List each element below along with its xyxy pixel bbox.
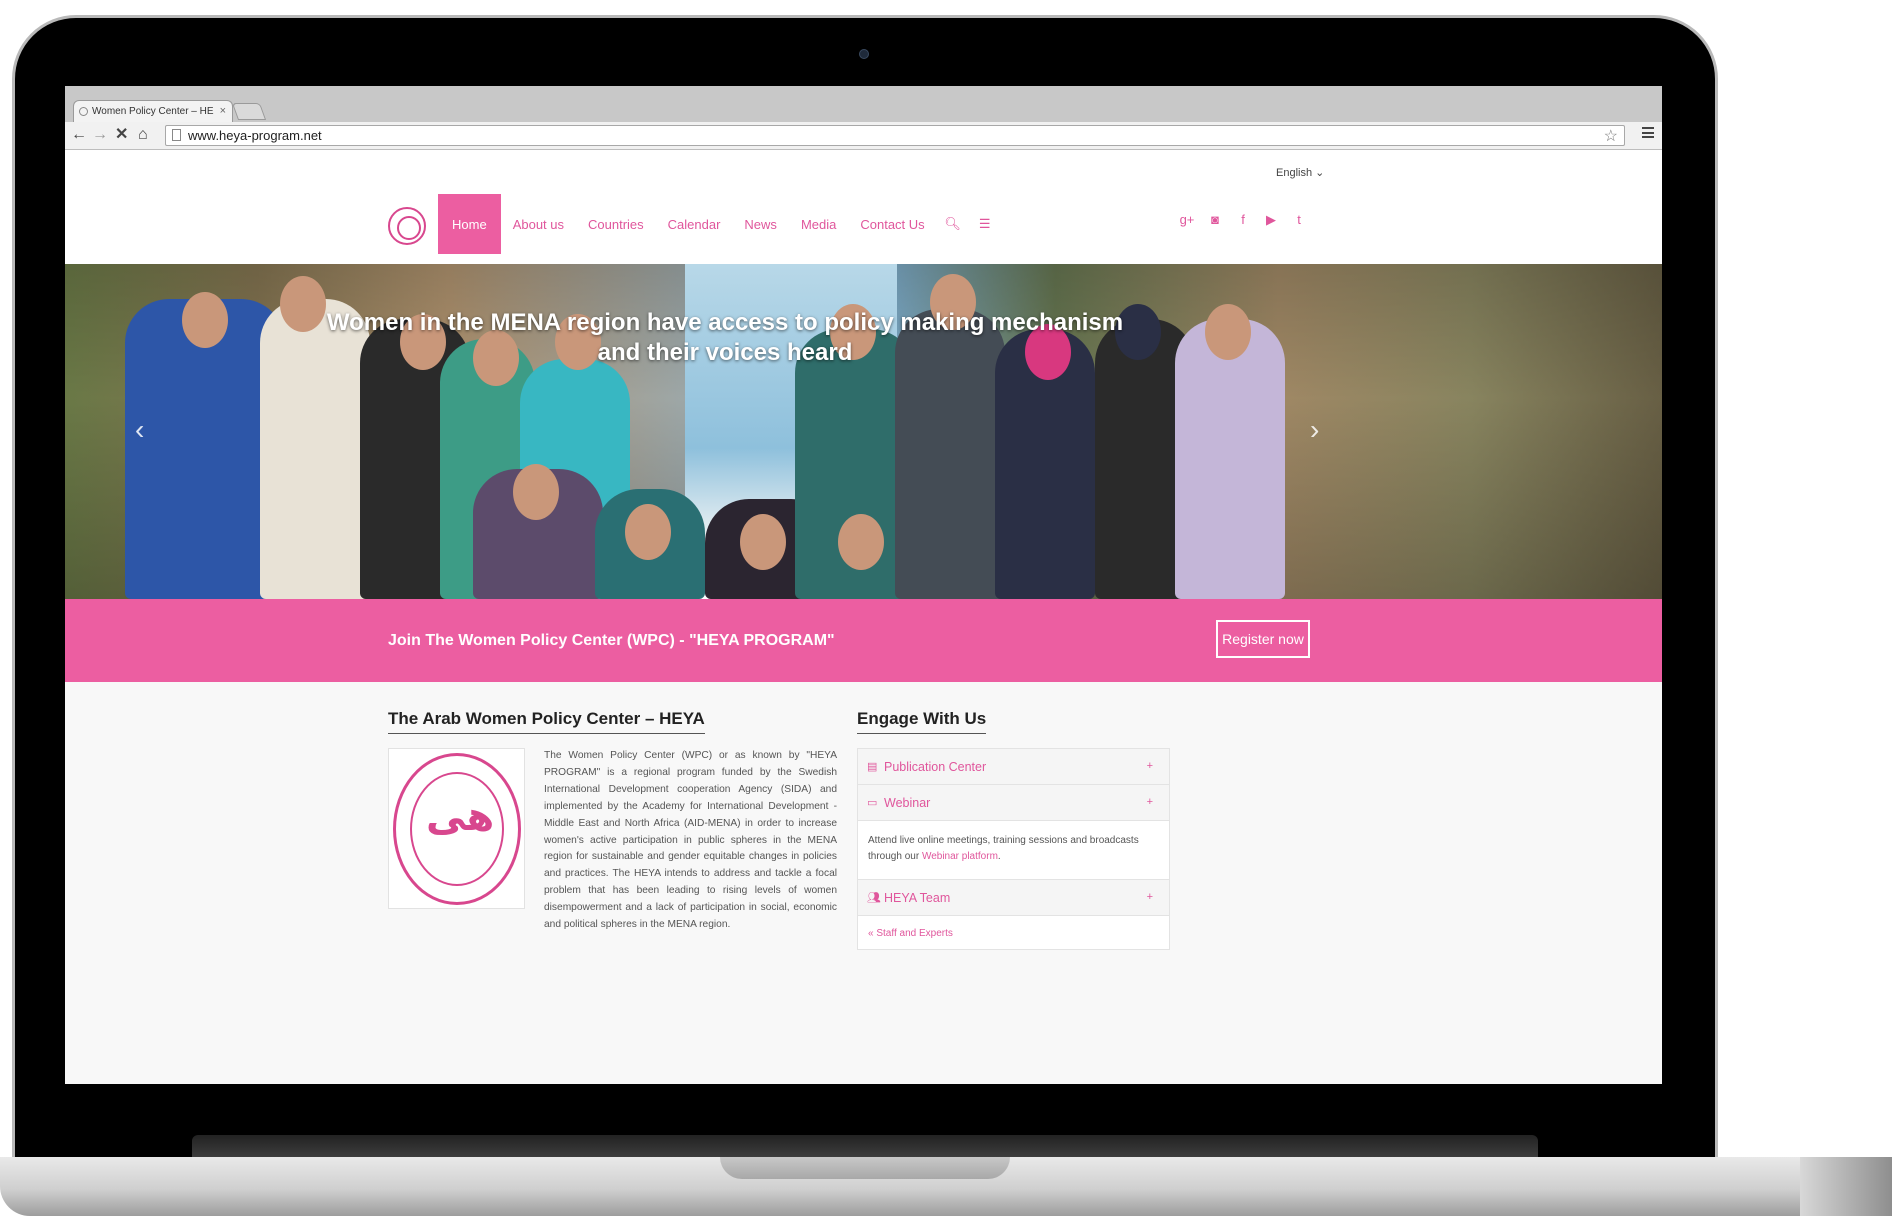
hero-figure: [1205, 304, 1251, 360]
tab-title: Women Policy Center – HE: [92, 106, 214, 117]
engage-accordion: ▤ Publication Center + ▭ Webinar + Atten…: [857, 748, 1170, 950]
laptop-notch: [720, 1157, 1010, 1179]
join-band: Join The Women Policy Center (WPC) - "HE…: [65, 599, 1662, 682]
hero-title: Women in the MENA region have access to …: [326, 309, 1124, 366]
nav-countries[interactable]: Countries: [576, 194, 656, 254]
accordion-label: Webinar: [884, 796, 931, 810]
join-text: Join The Women Policy Center (WPC) - "HE…: [388, 632, 835, 649]
search-icon[interactable]: 🔍︎: [937, 194, 969, 254]
engage-title: Engage With Us: [857, 709, 987, 734]
new-tab-button[interactable]: [231, 103, 267, 120]
browser-toolbar: ← → ✕ ⌂ www.heya-program.net ☆: [65, 122, 1662, 150]
accordion-publication-center[interactable]: ▤ Publication Center +: [858, 749, 1169, 785]
youtube-icon[interactable]: ▶: [1257, 212, 1285, 228]
tab-bar: Women Policy Center – HE ×: [65, 86, 1662, 122]
accordion-label: Publication Center: [884, 760, 987, 774]
forward-icon[interactable]: →: [92, 126, 108, 144]
browser-tab[interactable]: Women Policy Center – HE ×: [73, 100, 233, 122]
webinar-period: .: [997, 851, 1001, 862]
address-bar[interactable]: www.heya-program.net ☆: [165, 125, 1625, 146]
hero-figure: [182, 292, 228, 348]
home-icon[interactable]: ⌂: [138, 126, 148, 144]
favicon-icon: [79, 107, 88, 116]
nav-about[interactable]: About us: [501, 194, 576, 254]
language-selector[interactable]: English ⌄: [1276, 166, 1324, 179]
url-text: www.heya-program.net: [188, 128, 322, 143]
document-icon: ▤: [867, 761, 878, 773]
instagram-icon[interactable]: ◙: [1201, 212, 1229, 228]
logo-seal: هى: [393, 753, 521, 905]
staff-experts-link[interactable]: « Staff and Experts: [858, 916, 1169, 949]
screen: Women Policy Center – HE × ← → ✕ ⌂ www.h…: [65, 86, 1662, 1084]
carousel-next-icon[interactable]: ›: [1310, 414, 1319, 446]
bookmark-star-icon[interactable]: ☆: [1604, 126, 1618, 146]
nav-media[interactable]: Media: [789, 194, 848, 254]
facebook-icon[interactable]: f: [1229, 212, 1257, 228]
close-icon[interactable]: ×: [220, 105, 226, 117]
about-title: The Arab Women Policy Center – HEYA: [388, 709, 705, 734]
main-nav: Home About us Countries Calendar News Me…: [438, 194, 1001, 254]
hero-figure: [838, 514, 884, 570]
twitter-icon[interactable]: t: [1285, 212, 1313, 228]
laptop-base-edge: [1800, 1157, 1892, 1216]
nav-calendar[interactable]: Calendar: [656, 194, 733, 254]
hero-figure: [740, 514, 786, 570]
webinar-body: Attend live online meetings, training se…: [858, 821, 1169, 880]
accordion-webinar[interactable]: ▭ Webinar +: [858, 785, 1169, 821]
google-plus-icon[interactable]: g+: [1173, 212, 1201, 228]
users-icon: 👥︎: [867, 892, 881, 904]
hero-figure: [625, 504, 671, 560]
camera: [859, 49, 869, 59]
page-icon: [172, 129, 181, 141]
register-button[interactable]: Register now: [1216, 620, 1310, 658]
webinar-platform-link[interactable]: Webinar platform: [922, 851, 998, 862]
webinar-description: Attend live online meetings, training se…: [868, 835, 1139, 862]
plus-icon: +: [1146, 760, 1153, 772]
stop-icon[interactable]: ✕: [115, 126, 128, 144]
hero-figure: [1175, 319, 1285, 599]
laptop-icon: ▭: [867, 797, 878, 809]
back-icon[interactable]: ←: [71, 126, 87, 144]
plus-icon: +: [1146, 796, 1153, 808]
hero-figure: [280, 276, 326, 332]
content-section: The Arab Women Policy Center – HEYA هى T…: [65, 682, 1662, 1084]
nav-news[interactable]: News: [732, 194, 789, 254]
hero-figure: [513, 464, 559, 520]
plus-icon: +: [1146, 891, 1153, 903]
menu-icon[interactable]: [1642, 127, 1654, 138]
about-text: The Women Policy Center (WPC) or as know…: [544, 750, 837, 931]
accordion-label: HEYA Team: [884, 891, 951, 905]
list-icon[interactable]: ☰: [969, 194, 1001, 254]
stage: Women Policy Center – HE × ← → ✕ ⌂ www.h…: [0, 0, 1892, 1216]
accordion-heya-team[interactable]: 👥︎ HEYA Team +: [858, 880, 1169, 916]
nav-home[interactable]: Home: [438, 194, 501, 254]
carousel-prev-icon[interactable]: ‹: [135, 414, 144, 446]
social-links: g+ ◙ f ▶ t: [1173, 212, 1313, 228]
site-logo[interactable]: [388, 207, 426, 245]
nav-contact[interactable]: Contact Us: [848, 194, 936, 254]
laptop-hinge: [192, 1135, 1538, 1157]
heya-logo: هى: [388, 748, 525, 909]
hero-slider: Women in the MENA region have access to …: [65, 264, 1662, 599]
logo-mark: هى: [426, 794, 495, 840]
